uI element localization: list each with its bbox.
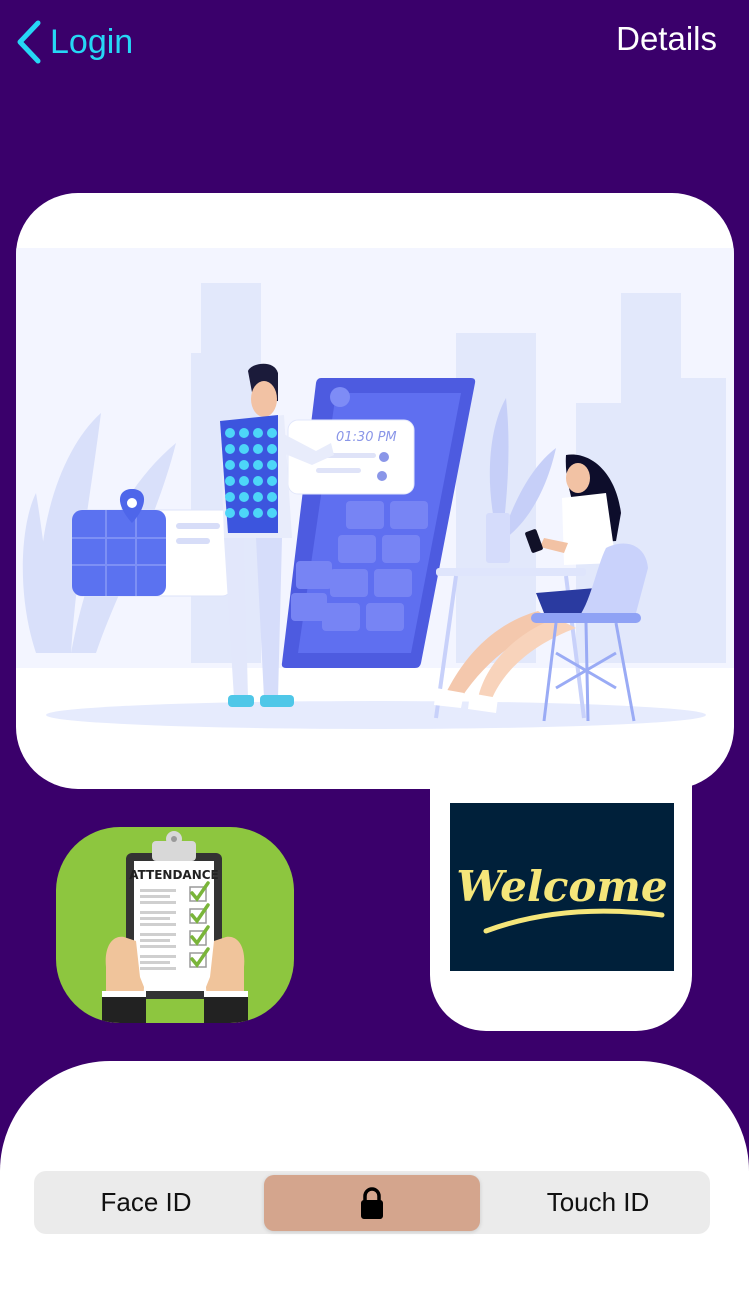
segment-face-id[interactable]: Face ID	[34, 1171, 258, 1234]
lock-icon	[361, 1187, 383, 1219]
nav-title: Details	[616, 20, 717, 57]
back-button[interactable]: Login	[16, 18, 133, 66]
attendance-icon[interactable]: ATTENDANCE	[56, 827, 294, 1023]
hero-illustration-card: 01:30 PM	[16, 193, 734, 789]
attendance-label: ATTENDANCE	[129, 868, 219, 882]
welcome-card: Welcome	[430, 760, 692, 1031]
welcome-image: Welcome	[450, 803, 674, 971]
chevron-left-icon	[17, 20, 41, 64]
segment-touch-id[interactable]: Touch ID	[490, 1171, 706, 1234]
svg-text:01:30 PM: 01:30 PM	[336, 430, 397, 445]
welcome-text: Welcome	[456, 862, 667, 911]
auth-method-segmented-control[interactable]: Face ID Touch ID	[34, 1171, 710, 1234]
segment-lock[interactable]	[264, 1175, 480, 1231]
welcome-graphic: Welcome	[456, 862, 668, 934]
attendance-clipboard-illustration: ATTENDANCE	[102, 831, 248, 1023]
back-button-label: Login	[50, 22, 134, 61]
office-illustration: 01:30 PM	[16, 248, 734, 729]
